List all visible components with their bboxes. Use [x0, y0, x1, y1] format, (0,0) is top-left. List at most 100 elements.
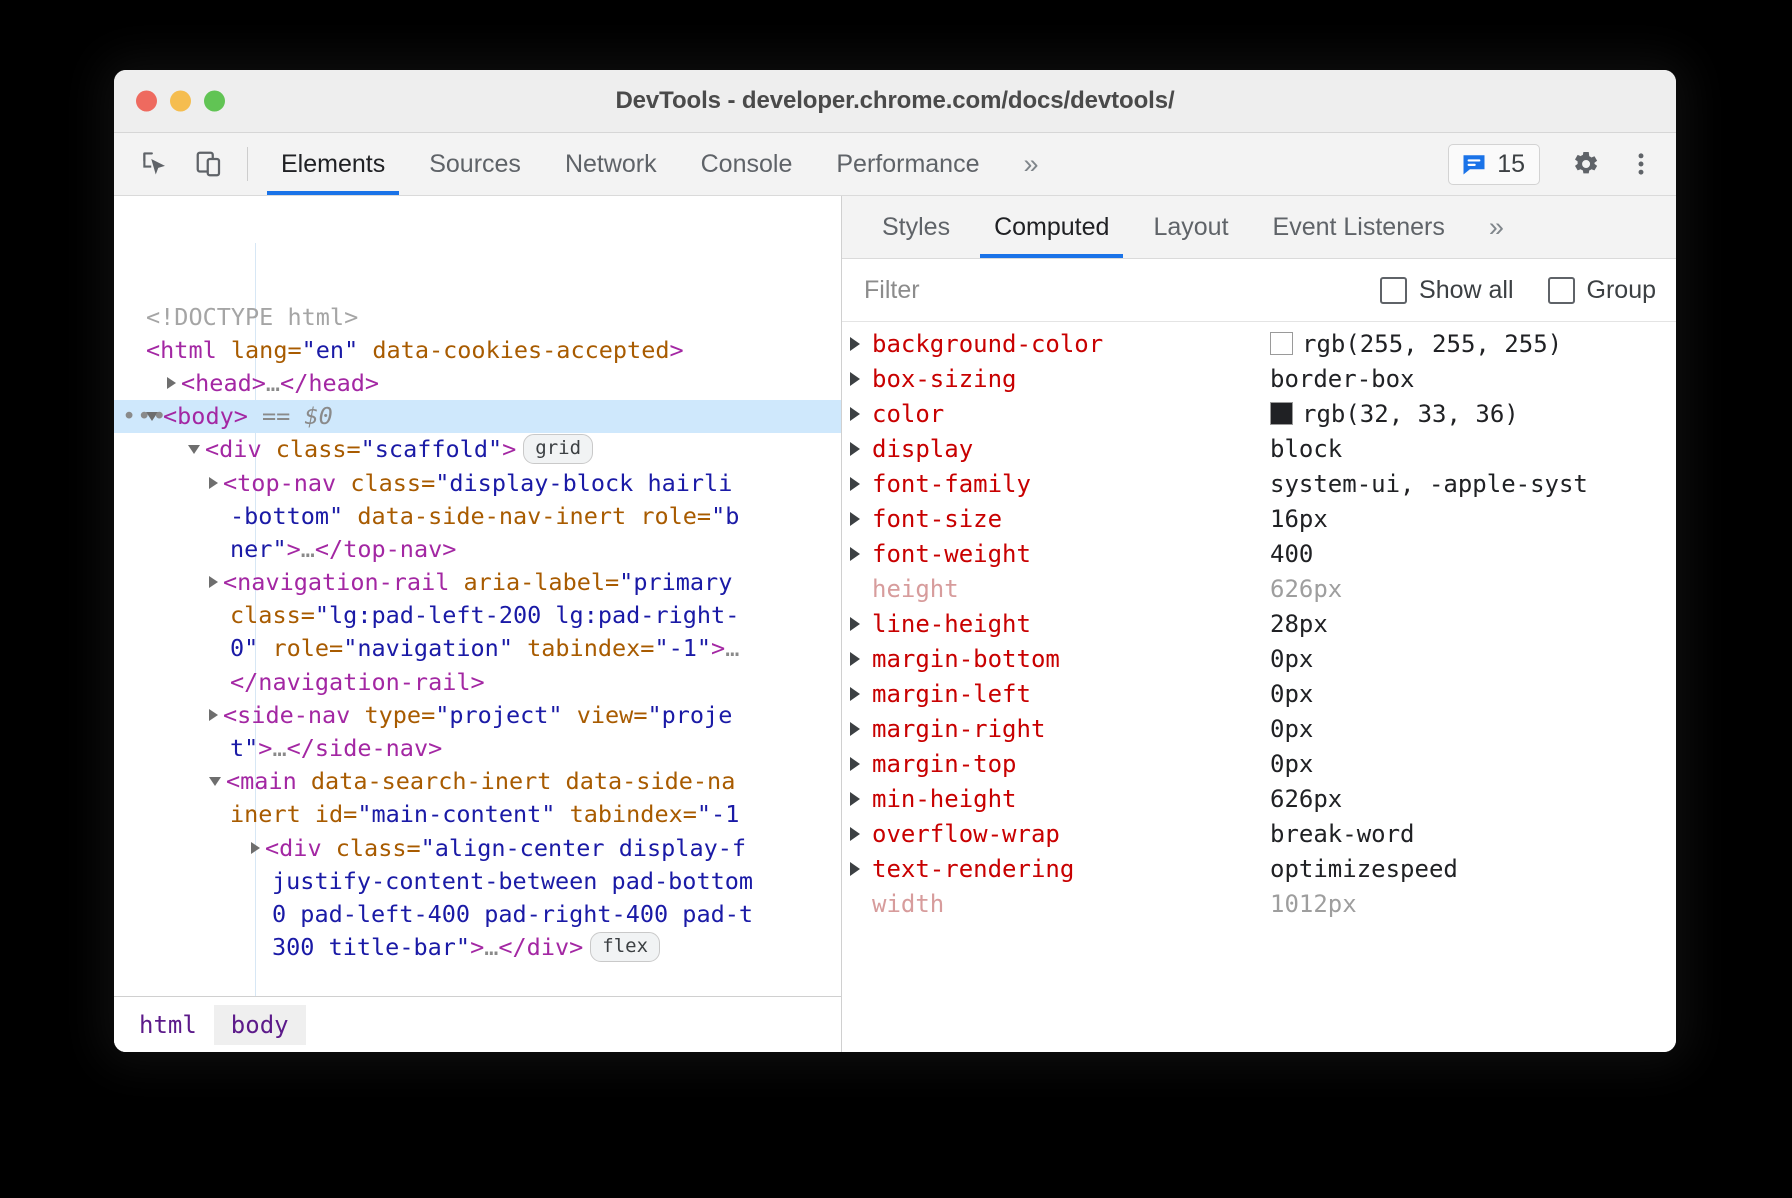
expand-property-icon[interactable] — [850, 617, 860, 631]
expand-node-icon[interactable] — [251, 842, 260, 854]
breadcrumb-item-html[interactable]: html — [122, 1005, 214, 1045]
device-toolbar-icon[interactable] — [182, 133, 236, 195]
computed-property-row[interactable]: colorrgb(32, 33, 36) — [842, 396, 1676, 431]
expand-property-icon[interactable] — [850, 792, 860, 806]
color-swatch-icon[interactable] — [1270, 332, 1293, 355]
show-all-checkbox[interactable]: Show all — [1380, 276, 1514, 305]
expand-property-icon[interactable] — [850, 757, 860, 771]
collapse-node-icon[interactable] — [188, 445, 200, 454]
property-value: 0px — [1270, 645, 1313, 673]
dom-node-row[interactable]: <side-nav type="project" view="proje — [114, 699, 841, 732]
expand-property-icon[interactable] — [850, 477, 860, 491]
expand-property-icon[interactable] — [850, 512, 860, 526]
minimize-window-button[interactable] — [170, 91, 191, 112]
devtools-window: DevTools - developer.chrome.com/docs/dev… — [114, 70, 1676, 1052]
group-checkbox[interactable]: Group — [1548, 276, 1656, 305]
collapse-node-icon[interactable] — [209, 777, 221, 786]
issues-badge[interactable]: 15 — [1448, 144, 1540, 185]
property-value-text: 0px — [1270, 645, 1313, 673]
dom-node-row[interactable]: </navigation-rail> — [114, 666, 841, 699]
dom-node-row[interactable]: •••<body> == $0 — [114, 400, 841, 433]
computed-property-row[interactable]: font-familysystem-ui, -apple-syst — [842, 466, 1676, 501]
computed-property-row[interactable]: height626px — [842, 571, 1676, 606]
computed-property-row[interactable]: margin-left0px — [842, 676, 1676, 711]
expand-property-icon[interactable] — [850, 337, 860, 351]
computed-property-row[interactable]: margin-bottom0px — [842, 641, 1676, 676]
computed-property-row[interactable]: line-height28px — [842, 606, 1676, 641]
show-all-checkbox-box[interactable] — [1380, 277, 1407, 304]
group-checkbox-box[interactable] — [1548, 277, 1575, 304]
tab-performance[interactable]: Performance — [814, 133, 1001, 195]
dom-node-row[interactable]: 0" role="navigation" tabindex="-1">… — [114, 632, 841, 665]
group-label: Group — [1587, 276, 1656, 305]
dom-node-row[interactable]: -bottom" data-side-nav-inert role="b — [114, 500, 841, 533]
dom-node-row[interactable]: <head>…</head> — [114, 367, 841, 400]
expand-property-icon[interactable] — [850, 652, 860, 666]
dom-node-row[interactable]: inert id="main-content" tabindex="-1 — [114, 798, 841, 831]
computed-property-row[interactable]: margin-top0px — [842, 746, 1676, 781]
tab-network[interactable]: Network — [543, 133, 679, 195]
dom-node-row[interactable]: t">…</side-nav> — [114, 732, 841, 765]
expand-node-icon[interactable] — [209, 477, 218, 489]
kebab-menu-icon[interactable] — [1616, 139, 1666, 189]
computed-property-row[interactable]: font-size16px — [842, 501, 1676, 536]
tab-console[interactable]: Console — [679, 133, 815, 195]
layout-badge-grid[interactable]: grid — [523, 434, 593, 464]
dom-node-row[interactable]: <navigation-rail aria-label="primary — [114, 566, 841, 599]
tab-layout[interactable]: Layout — [1131, 196, 1250, 258]
expand-property-icon[interactable] — [850, 547, 860, 561]
more-sidebar-tabs-chevron-icon[interactable]: » — [1467, 196, 1526, 258]
expand-property-icon[interactable] — [850, 372, 860, 386]
layout-badge-flex[interactable]: flex — [590, 932, 660, 962]
computed-property-row[interactable]: font-weight400 — [842, 536, 1676, 571]
tab-styles[interactable]: Styles — [860, 196, 972, 258]
issues-message-icon — [1460, 150, 1488, 178]
tab-sources[interactable]: Sources — [407, 133, 543, 195]
dom-node-row[interactable]: ner">…</top-nav> — [114, 533, 841, 566]
inspect-element-icon[interactable] — [128, 133, 182, 195]
expand-node-icon[interactable] — [209, 576, 218, 588]
dom-node-row[interactable]: <!DOCTYPE html> — [114, 301, 841, 334]
dom-token-tag: <body> — [163, 402, 248, 430]
expand-property-icon[interactable] — [850, 862, 860, 876]
tab-event-listeners[interactable]: Event Listeners — [1251, 196, 1467, 258]
tab-elements[interactable]: Elements — [259, 133, 407, 195]
dom-node-row[interactable]: <div class="align-center display-f — [114, 832, 841, 865]
computed-property-row[interactable]: overflow-wrapbreak-word — [842, 816, 1676, 851]
expand-property-icon[interactable] — [850, 407, 860, 421]
expand-property-icon[interactable] — [850, 687, 860, 701]
dom-node-row[interactable]: 300 title-bar">…</div>flex — [114, 931, 841, 964]
node-more-icon[interactable]: ••• — [122, 400, 167, 433]
computed-properties-list[interactable]: background-colorrgb(255, 255, 255)box-si… — [842, 322, 1676, 1052]
expand-property-icon[interactable] — [850, 442, 860, 456]
dom-node-row[interactable]: <html lang="en" data-cookies-accepted> — [114, 334, 841, 367]
breadcrumb-item-body[interactable]: body — [214, 1005, 306, 1045]
computed-property-row[interactable]: displayblock — [842, 431, 1676, 466]
property-name: margin-top — [872, 750, 1270, 778]
expand-property-icon[interactable] — [850, 827, 860, 841]
gear-icon[interactable] — [1560, 139, 1610, 189]
more-panels-chevron-icon[interactable]: » — [1001, 133, 1060, 195]
expand-property-icon[interactable] — [850, 722, 860, 736]
computed-property-row[interactable]: text-renderingoptimizespeed — [842, 851, 1676, 886]
dom-node-row[interactable]: <div class="scaffold">grid — [114, 433, 841, 466]
computed-property-row[interactable]: margin-right0px — [842, 711, 1676, 746]
color-swatch-icon[interactable] — [1270, 402, 1293, 425]
issues-count: 15 — [1497, 150, 1525, 179]
close-window-button[interactable] — [136, 91, 157, 112]
expand-node-icon[interactable] — [167, 377, 176, 389]
dom-node-row[interactable]: 0 pad-left-400 pad-right-400 pad-t — [114, 898, 841, 931]
dom-node-row[interactable]: <main data-search-inert data-side-na — [114, 765, 841, 798]
computed-property-row[interactable]: box-sizingborder-box — [842, 361, 1676, 396]
dom-node-row[interactable]: justify-content-between pad-bottom — [114, 865, 841, 898]
computed-property-row[interactable]: min-height626px — [842, 781, 1676, 816]
expand-node-icon[interactable] — [209, 709, 218, 721]
computed-property-row[interactable]: width1012px — [842, 886, 1676, 921]
dom-tree[interactable]: <!DOCTYPE html><html lang="en" data-cook… — [114, 196, 841, 996]
tab-computed[interactable]: Computed — [972, 196, 1131, 258]
filter-input[interactable]: Filter — [864, 276, 1346, 305]
dom-node-row[interactable]: class="lg:pad-left-200 lg:pad-right- — [114, 599, 841, 632]
maximize-window-button[interactable] — [204, 91, 225, 112]
dom-node-row[interactable]: <top-nav class="display-block hairli — [114, 467, 841, 500]
computed-property-row[interactable]: background-colorrgb(255, 255, 255) — [842, 326, 1676, 361]
